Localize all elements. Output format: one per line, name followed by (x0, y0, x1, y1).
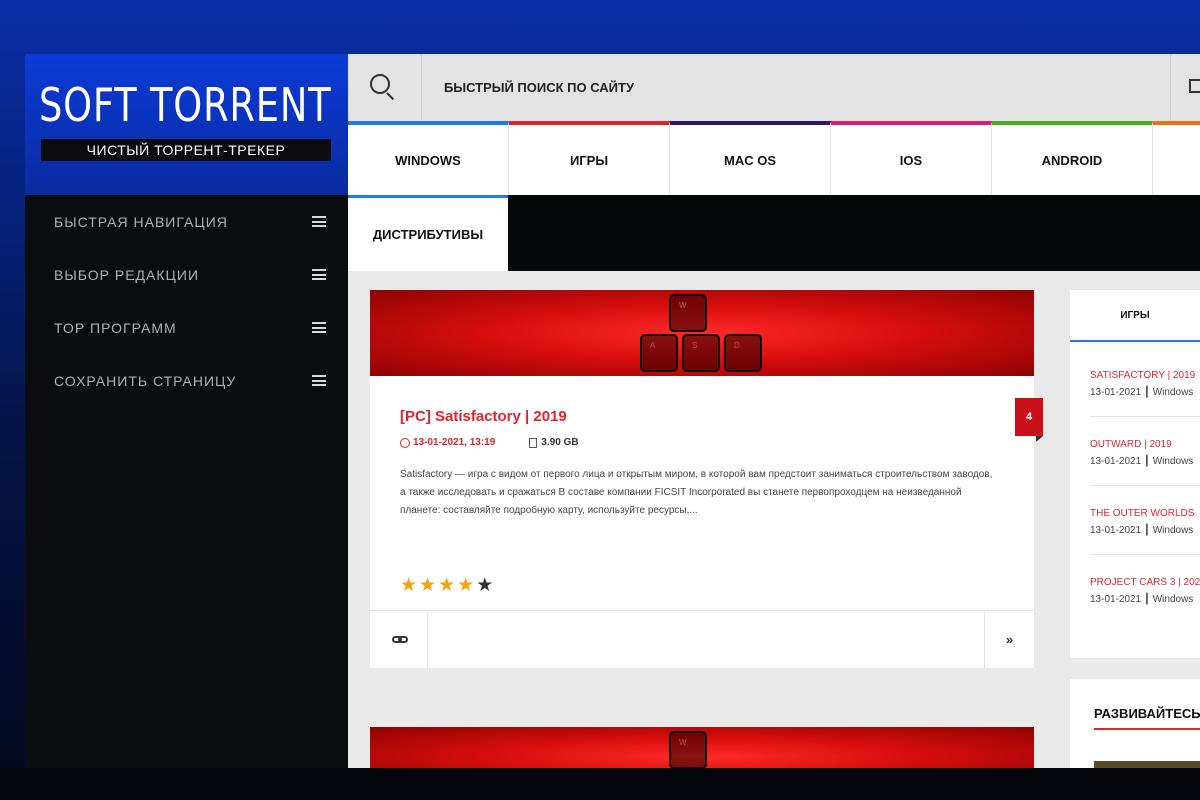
logo-subtitle: ЧИСТЫЙ ТОРРЕНТ-ТРЕКЕР (41, 139, 331, 161)
clock-icon (400, 437, 410, 448)
star-icon[interactable]: ★ (438, 575, 457, 596)
divider (1094, 728, 1200, 730)
list-item-title[interactable]: SATISFACTORY | 2019 (1090, 370, 1200, 381)
secondary-tabs: ДИСТРИБУТИВЫ (348, 195, 1200, 271)
sidebar-item-label: ВЫБОР РЕДАКЦИИ (54, 266, 200, 283)
divider (1090, 416, 1200, 417)
post-title[interactable]: [PC] Satisfactory | 2019 (400, 408, 567, 425)
sidebar-item-label: ТОР ПРОГРАММ (54, 319, 177, 336)
tab-windows[interactable]: WINDOWS (348, 121, 509, 195)
list-item-title[interactable]: THE OUTER WORLDS (1090, 508, 1200, 519)
sidebar-item-editors-choice[interactable]: ВЫБОР РЕДАКЦИИ (25, 248, 348, 301)
sidebar-item-quick-nav[interactable]: БЫСТРАЯ НАВИГАЦИЯ (25, 195, 348, 248)
widget-list: SATISFACTORY | 2019 13-01-2021 ┃ Windows… (1090, 370, 1200, 646)
sidebar: SOFT TORRENT ЧИСТЫЙ ТОРРЕНТ-ТРЕКЕР БЫСТР… (25, 54, 348, 768)
list-item-title[interactable]: PROJECT CARS 3 | 2020 (1090, 577, 1200, 588)
star-icon[interactable]: ★ (476, 575, 495, 596)
main-content: WINDOWS ИГРЫ MAC OS IOS ANDROID ДИСТРИБУ… (348, 54, 1200, 768)
menu-icon[interactable] (312, 269, 326, 280)
bottom-strip (0, 768, 1200, 800)
list-item-meta: 13-01-2021 ┃ Windows (1090, 525, 1194, 536)
tab-android[interactable]: ANDROID (992, 121, 1153, 195)
post-card: W A S D [PC] Satisfactory | 2019 13-01-2… (370, 290, 1034, 668)
divider (1090, 554, 1200, 555)
list-item[interactable]: THE OUTER WORLDS 13-01-2021 ┃ Windows (1090, 508, 1200, 577)
post-meta: 13-01-2021, 13:19 3.90 GB (400, 437, 579, 448)
tab-more[interactable] (1153, 121, 1200, 195)
keycap-a-icon: A (640, 334, 678, 372)
widget-tab-games[interactable]: ИГРЫ (1070, 290, 1200, 342)
badge-tail (1036, 436, 1043, 442)
read-more-button[interactable]: » (984, 611, 1034, 668)
search-input[interactable] (444, 54, 1044, 121)
menu-icon[interactable] (312, 375, 326, 386)
post-footer: » (370, 610, 1034, 668)
keycap-d-icon: D (724, 334, 762, 372)
category-tabs: WINDOWS ИГРЫ MAC OS IOS ANDROID (348, 121, 1200, 195)
comments-badge[interactable]: 4 (1015, 398, 1043, 436)
search-icon[interactable] (348, 54, 422, 121)
link-icon[interactable] (370, 611, 428, 668)
keycap-w-icon: W (669, 294, 707, 332)
rating-stars[interactable]: ★★★★★ (400, 574, 495, 597)
keycap-s-icon: S (682, 334, 720, 372)
post-size: 3.90 GB (541, 437, 579, 448)
tab-games[interactable]: ИГРЫ (509, 121, 670, 195)
develop-widget: РАЗВИВАЙТЕСЬ (1070, 679, 1200, 768)
list-item[interactable]: SATISFACTORY | 2019 13-01-2021 ┃ Windows (1090, 370, 1200, 439)
post-description: Satisfactory — игра с видом от первого л… (400, 469, 993, 516)
star-icon[interactable]: ★ (457, 575, 476, 596)
star-icon[interactable]: ★ (400, 575, 419, 596)
sidebar-item-top-programs[interactable]: ТОР ПРОГРАММ (25, 301, 348, 354)
list-item[interactable]: PROJECT CARS 3 | 2020 13-01-2021 ┃ Windo… (1090, 577, 1200, 646)
site-logo[interactable]: SOFT TORRENT ЧИСТЫЙ ТОРРЕНТ-ТРЕКЕР (25, 54, 348, 195)
tab-distributions[interactable]: ДИСТРИБУТИВЫ (348, 195, 508, 271)
file-icon (529, 437, 538, 448)
menu-icon[interactable] (312, 216, 326, 227)
tab-mac-os[interactable]: MAC OS (670, 121, 831, 195)
divider (1090, 485, 1200, 486)
list-item[interactable]: OUTWARD | 2019 13-01-2021 ┃ Windows (1090, 439, 1200, 508)
logo-title: SOFT TORRENT (39, 78, 332, 132)
post-banner-image[interactable]: W A S D (370, 290, 1034, 376)
sidebar-item-label: СОХРАНИТЬ СТРАНИЦУ (54, 372, 237, 389)
list-item-meta: 13-01-2021 ┃ Windows (1090, 594, 1194, 605)
widget-title: РАЗВИВАЙТЕСЬ (1094, 706, 1200, 721)
search-bar (348, 54, 1200, 121)
browser-viewport: SOFT TORRENT ЧИСТЫЙ ТОРРЕНТ-ТРЕКЕР БЫСТР… (25, 54, 1200, 768)
sidebar-nav: БЫСТРАЯ НАВИГАЦИЯ ВЫБОР РЕДАКЦИИ ТОР ПРО… (25, 195, 348, 407)
tab-ios[interactable]: IOS (831, 121, 992, 195)
sidebar-item-label: БЫСТРАЯ НАВИГАЦИЯ (54, 213, 228, 230)
post-banner-image[interactable]: W (370, 727, 1034, 768)
sidebar-item-save-page[interactable]: СОХРАНИТЬ СТРАНИЦУ (25, 354, 348, 407)
games-widget: ИГРЫ SATISFACTORY | 2019 13-01-2021 ┃ Wi… (1070, 290, 1200, 658)
list-item-title[interactable]: OUTWARD | 2019 (1090, 439, 1200, 450)
list-item-meta: 13-01-2021 ┃ Windows (1090, 387, 1194, 398)
menu-icon[interactable] (312, 322, 326, 333)
mail-icon[interactable] (1170, 54, 1200, 121)
keycap-w-icon: W (669, 731, 707, 768)
post-date: 13-01-2021, 13:19 (413, 437, 496, 448)
star-icon[interactable]: ★ (419, 575, 438, 596)
list-item-meta: 13-01-2021 ┃ Windows (1090, 456, 1194, 467)
widget-image[interactable] (1094, 761, 1200, 768)
